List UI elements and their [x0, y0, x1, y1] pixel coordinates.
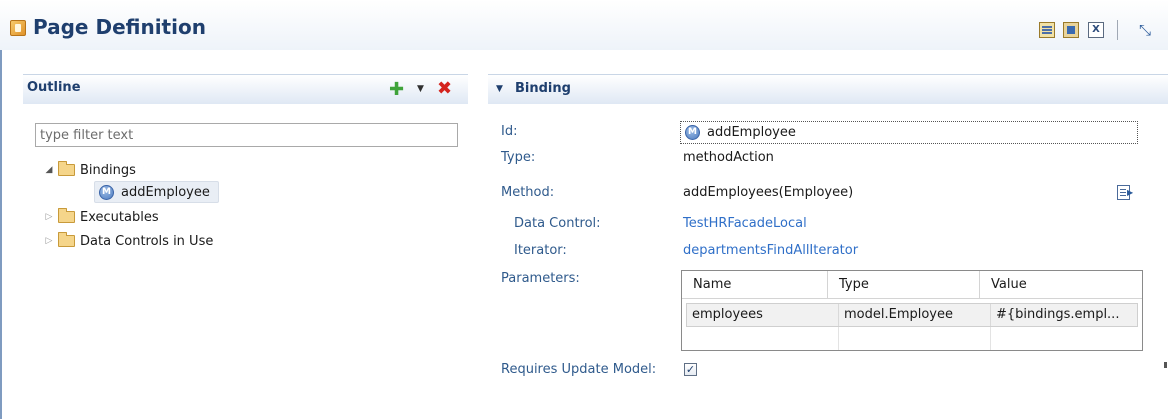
- editor-title-bar: Page Definition X ⤡: [0, 0, 1168, 50]
- data-control-label: Data Control:: [514, 216, 601, 231]
- parameters-label: Parameters:: [501, 271, 580, 286]
- iterator-link[interactable]: departmentsFindAllIterator: [683, 243, 858, 258]
- edit-method-icon[interactable]: [1117, 185, 1133, 200]
- id-value: addEmployee: [707, 125, 796, 140]
- type-label: Type:: [501, 150, 536, 165]
- table-cell-name[interactable]: employees: [687, 304, 839, 326]
- table-cell-value[interactable]: #{bindings.empl...: [991, 304, 1137, 326]
- binding-section-title: Binding: [515, 81, 571, 96]
- table-cell-type[interactable]: model.Employee: [839, 304, 991, 326]
- page-title: Page Definition: [33, 15, 206, 39]
- folder-icon: [58, 232, 75, 247]
- method-icon: M: [99, 184, 114, 200]
- parameters-table[interactable]: Name Type Value employees model.Employee…: [681, 270, 1143, 351]
- requires-update-checkbox[interactable]: ✓: [684, 363, 697, 376]
- column-header-type[interactable]: Type: [828, 271, 980, 299]
- requires-update-label: Requires Update Model:: [501, 362, 657, 377]
- data-control-link[interactable]: TestHRFacadeLocal: [683, 216, 807, 231]
- outline-panel-header: Outline ✚ ▼ ✖: [23, 74, 468, 104]
- delete-icon[interactable]: ✖: [437, 80, 452, 98]
- table-row[interactable]: employees model.Employee #{bindings.empl…: [686, 303, 1138, 327]
- id-label: Id:: [501, 124, 518, 139]
- tree-item-executables[interactable]: ▷ Executables: [42, 207, 159, 227]
- collapse-icon[interactable]: ▷: [42, 212, 56, 222]
- tree-item-add-employee[interactable]: M addEmployee: [99, 182, 210, 202]
- scroll-edge-marker: [1164, 362, 1167, 368]
- type-value: methodAction: [683, 150, 774, 165]
- column-header-name[interactable]: Name: [682, 271, 828, 299]
- data-binding-icon[interactable]: [1063, 22, 1079, 38]
- collapse-icon[interactable]: ▷: [42, 236, 56, 246]
- tree-item-label: Executables: [80, 209, 159, 225]
- tree-item-data-controls[interactable]: ▷ Data Controls in Use: [42, 231, 213, 251]
- method-value: addEmployees(Employee): [683, 185, 854, 200]
- source-view-icon[interactable]: [1039, 22, 1055, 38]
- tree-item-bindings[interactable]: ◢ Bindings: [42, 160, 136, 180]
- tree-item-label: addEmployee: [121, 184, 210, 200]
- column-divider: [990, 327, 991, 350]
- column-header-value[interactable]: Value: [980, 271, 1142, 299]
- method-icon: M: [685, 125, 700, 140]
- expand-icon[interactable]: ◢: [42, 165, 56, 175]
- tree-item-label: Data Controls in Use: [80, 233, 214, 249]
- iterator-label: Iterator:: [514, 243, 567, 258]
- add-dropdown-icon[interactable]: ▼: [417, 84, 424, 94]
- column-divider: [838, 327, 839, 350]
- editor-left-border: [0, 50, 2, 419]
- folder-icon: [58, 161, 75, 176]
- xml-editor-icon[interactable]: X: [1088, 22, 1104, 38]
- section-collapse-icon[interactable]: ▼: [496, 84, 503, 94]
- folder-icon: [58, 208, 75, 223]
- pin-icon[interactable]: ⤡: [1137, 22, 1153, 38]
- method-label: Method:: [501, 185, 555, 200]
- toolbar-separator: [1117, 20, 1118, 40]
- add-icon[interactable]: ✚: [389, 81, 404, 99]
- page-definition-icon: [10, 20, 26, 36]
- table-header: Name Type Value: [682, 271, 1142, 299]
- binding-section-header[interactable]: ▼ Binding: [488, 74, 1168, 104]
- id-field[interactable]: M addEmployee: [680, 121, 1138, 144]
- filter-input[interactable]: [35, 123, 458, 147]
- tree-item-label: Bindings: [80, 162, 136, 178]
- outline-title: Outline: [27, 80, 81, 95]
